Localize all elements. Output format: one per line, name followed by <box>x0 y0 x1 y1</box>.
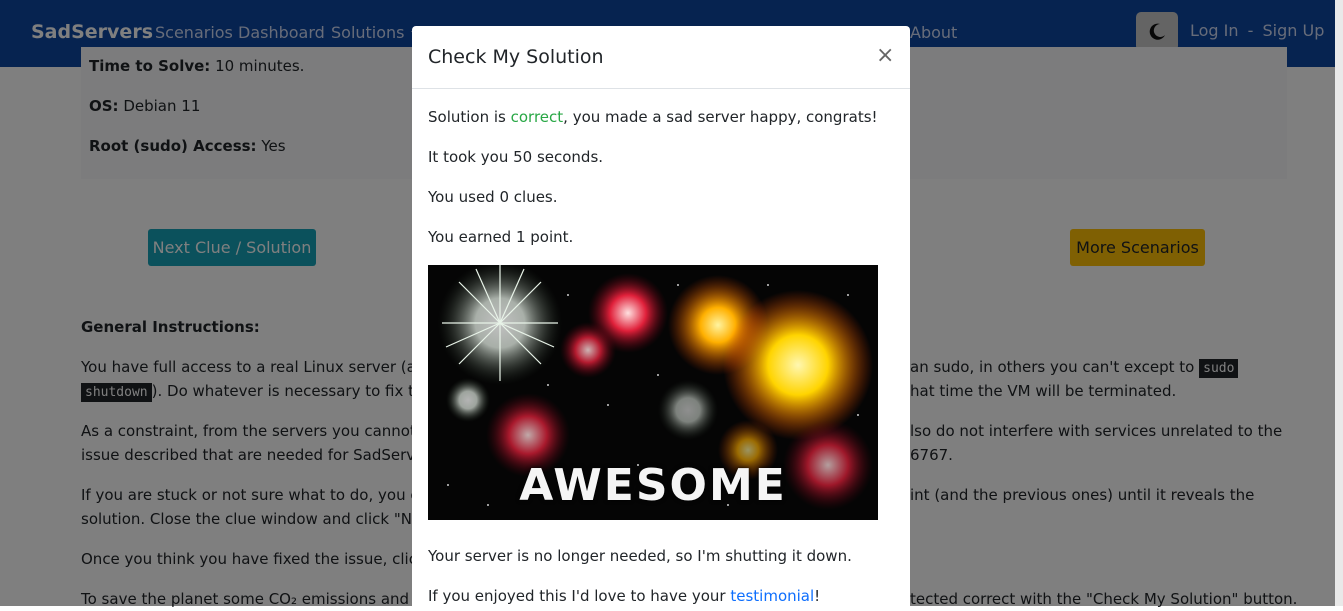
firework-burst-white <box>438 265 562 385</box>
testimonial-prefix: If you enjoyed this I'd love to have you… <box>428 587 731 605</box>
testimonial-link[interactable]: testimonial <box>730 587 814 605</box>
status-suffix: , you made a sad server happy, congrats! <box>563 108 878 126</box>
points-earned-line: You earned 1 point. <box>428 228 574 246</box>
modal-header: Check My Solution × <box>412 26 910 89</box>
testimonial-suffix: ! <box>814 587 821 605</box>
fireworks-image: AWESOME <box>428 265 878 520</box>
check-solution-modal: Check My Solution × Solution is correct,… <box>412 26 910 606</box>
firework-burst-red-small <box>560 322 616 378</box>
firework-burst-green <box>658 380 718 440</box>
status-prefix: Solution is <box>428 108 511 126</box>
clues-used-line: You used 0 clues. <box>428 188 558 206</box>
gif-caption: AWESOME <box>519 460 787 511</box>
time-taken-line: It took you 50 seconds. <box>428 148 604 166</box>
solution-status-line: Solution is correct, you made a sad serv… <box>428 108 878 126</box>
firework-burst-gold-large <box>723 290 873 440</box>
page-scrollbar[interactable] <box>1335 0 1343 606</box>
modal-title: Check My Solution <box>428 46 604 68</box>
firework-burst-small-white <box>446 378 490 422</box>
shutdown-notice: Your server is no longer needed, so I'm … <box>428 547 852 565</box>
status-correct: correct <box>510 108 564 126</box>
testimonial-line: If you enjoyed this I'd love to have you… <box>428 587 820 605</box>
close-icon[interactable]: × <box>876 43 894 68</box>
